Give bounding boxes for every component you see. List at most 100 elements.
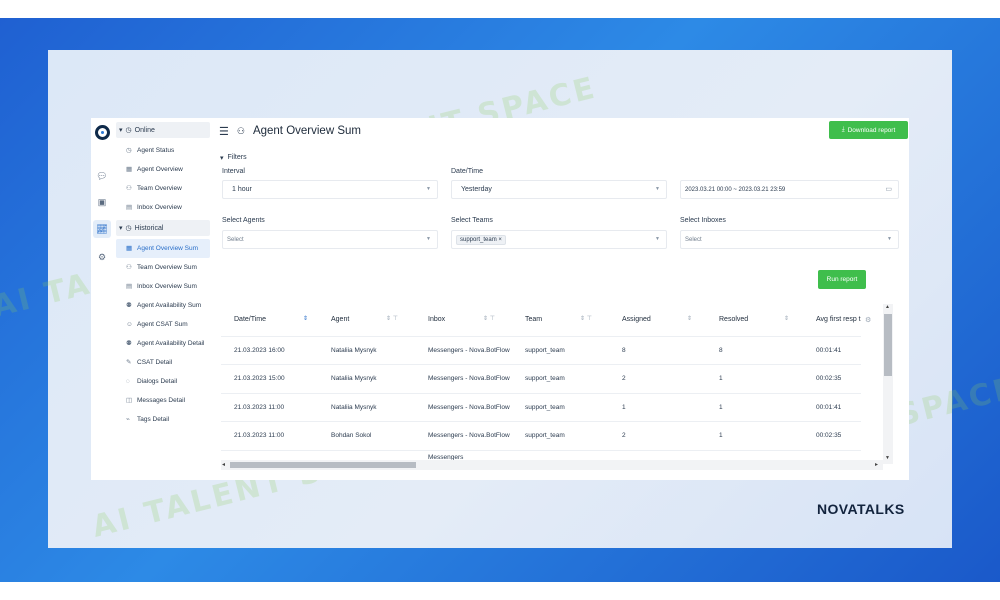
team-icon: ⚇ — [236, 125, 245, 136]
chat-icon[interactable]: 💬︎ — [96, 170, 108, 182]
sidebar-item-agent-csat-sum[interactable]: ☺ Agent CSAT Sum — [116, 315, 210, 334]
scroll-up-icon[interactable]: ▲ — [885, 304, 890, 310]
column-header-inbox[interactable]: Inbox ⇕ ⊤ — [415, 304, 512, 337]
sidebar-item-team-overview-sum[interactable]: ⚇ Team Overview Sum — [116, 258, 210, 277]
cell-assigned: 1 — [609, 393, 706, 422]
column-header-label: Resolved — [719, 316, 749, 324]
sidebar-item-label: Team Overview — [137, 185, 182, 192]
horizontal-scrollbar[interactable]: ◂ ▸ — [221, 460, 883, 470]
sort-icon[interactable]: ⇕ ⊤ — [580, 315, 592, 322]
cell-assigned: 8 — [609, 336, 706, 365]
table-row[interactable]: 21.03.2023 11:00 Bohdan Sokol Messengers… — [221, 421, 861, 451]
contacts-icon[interactable]: ▣ — [96, 196, 108, 208]
cell-resolved: 1 — [706, 393, 803, 422]
sidebar-item-label: Agent Status — [137, 147, 175, 154]
datetime-select[interactable]: Yesterday ▼ — [451, 180, 667, 199]
table-row[interactable]: 21.03.2023 11:00 Nataliia Mysnyk Messeng… — [221, 393, 861, 422]
sidebar-group-online[interactable]: ▾ ◷ Online — [116, 122, 210, 138]
cell-avg-first-resp: 00:01:41 — [803, 336, 861, 365]
logo-icon[interactable] — [95, 125, 110, 140]
cell-agent: Bohdan Sokol — [318, 421, 415, 451]
column-header-datetime[interactable]: Date/Time ⇕ — [221, 304, 318, 337]
team-chip[interactable]: support_team × — [456, 234, 506, 245]
table-row[interactable]: 21.03.2023 15:00 Nataliia Mysnyk Messeng… — [221, 364, 861, 394]
sidebar-item-tags-detail[interactable]: ⌁ Tags Detail — [116, 410, 210, 429]
sidebar-item-label: Agent CSAT Sum — [137, 321, 188, 328]
sidebar-group-historical[interactable]: ▾ ◷ Historical — [116, 220, 210, 236]
column-header-label: Avg first resp time — [816, 316, 861, 324]
chevron-down-icon: ▼ — [655, 236, 660, 242]
column-header-agent[interactable]: Agent ⇕ ⊤ — [318, 304, 415, 337]
column-header-resolved[interactable]: Resolved ⇕ — [706, 304, 803, 337]
team-icon: ⚇ — [126, 264, 132, 271]
interval-label: Interval — [222, 168, 245, 175]
filters-toggle[interactable]: ▾ Filters — [220, 154, 247, 162]
cell-assigned: 2 — [609, 421, 706, 451]
sidebar-item-dialogs-detail[interactable]: ◌ Dialogs Detail — [116, 372, 210, 391]
column-settings-icon[interactable]: ⚙ — [865, 316, 871, 324]
reports-sidebar: ▾ ◷ Online ◷ Agent Status ▦ Agent Overview… — [116, 122, 210, 480]
sidebar-item-inbox-overview-sum[interactable]: ▤ Inbox Overview Sum — [116, 277, 210, 296]
cell-avg-first-resp: 00:01:41 — [803, 393, 861, 422]
clock-icon: ◷ — [126, 147, 132, 154]
column-header-label: Agent — [331, 316, 350, 324]
cell-avg-first-resp: 00:02:35 — [803, 364, 861, 394]
sidebar-item-messages-detail[interactable]: ◫ Messages Detail — [116, 391, 210, 410]
person-icon: ⚉ — [126, 302, 132, 309]
scrollbar-thumb[interactable] — [884, 314, 892, 376]
csat-icon: ✎ — [126, 359, 132, 366]
sidebar-item-label: Agent Availability Sum — [137, 302, 202, 309]
scroll-right-icon[interactable]: ▸ — [875, 461, 878, 468]
sort-icon[interactable]: ⇕ ⊤ — [386, 315, 398, 322]
sidebar-item-agent-availability-detail[interactable]: ⚉ Agent Availability Detail — [116, 334, 210, 353]
vertical-scrollbar[interactable]: ▲ ▼ — [883, 304, 893, 464]
cell-resolved: 8 — [706, 336, 803, 365]
sidebar-item-agent-overview-sum[interactable]: ▦ Agent Overview Sum — [116, 239, 210, 258]
menu-icon[interactable]: ☰ — [219, 125, 229, 138]
sidebar-item-label: Dialogs Detail — [137, 378, 178, 385]
download-report-button[interactable]: ⤓ Download report — [829, 121, 908, 139]
column-header-avg-first-resp[interactable]: Avg first resp time — [803, 304, 861, 337]
brand-logo: NOVATALKS — [817, 501, 905, 517]
run-report-button[interactable]: Run report — [818, 270, 866, 289]
cell-resolved: 1 — [706, 421, 803, 451]
scroll-down-icon[interactable]: ▼ — [885, 455, 890, 461]
chevron-down-icon: ▼ — [887, 236, 892, 242]
sort-icon[interactable]: ⇕ — [687, 315, 692, 322]
sidebar-item-inbox-overview[interactable]: ▤ Inbox Overview — [116, 198, 210, 217]
scrollbar-thumb[interactable] — [230, 462, 416, 468]
calendar-icon: ▭ — [885, 186, 892, 193]
settings-icon[interactable]: ⚙ — [96, 251, 108, 263]
sort-icon[interactable]: ⇕ — [784, 315, 789, 322]
scroll-left-icon[interactable]: ◂ — [222, 461, 225, 468]
cell-agent: Nataliia Mysnyk — [318, 393, 415, 422]
teams-select[interactable]: support_team × ▼ — [451, 230, 667, 249]
datetime-value: Yesterday — [461, 186, 492, 193]
table-row[interactable]: 21.03.2023 16:00 Nataliia Mysnyk Messeng… — [221, 336, 861, 365]
date-range-picker[interactable]: 2023.03.21 00:00 ~ 2023.03.21 23:59 ▭ — [680, 180, 899, 199]
close-icon[interactable]: × — [498, 237, 502, 243]
sidebar-item-agent-status[interactable]: ◷ Agent Status — [116, 141, 210, 160]
bottom-border — [0, 582, 1000, 600]
column-header-label: Team — [525, 316, 543, 324]
agents-select[interactable]: Select ▼ — [222, 230, 438, 249]
top-border — [0, 0, 1000, 18]
app-window: 💬︎ ▣ 📈︎ ⚙ ▾ ◷ Online ◷ Agent Status ▦ Agen… — [91, 118, 909, 480]
sort-icon[interactable]: ⇕ ⊤ — [483, 315, 495, 322]
sidebar-item-team-overview[interactable]: ⚇ Team Overview — [116, 179, 210, 198]
sidebar-item-label: Inbox Overview — [137, 204, 182, 211]
column-header-assigned[interactable]: Assigned ⇕ — [609, 304, 706, 337]
date-range-value: 2023.03.21 00:00 ~ 2023.03.21 23:59 — [685, 186, 786, 193]
inboxes-select[interactable]: Select ▼ — [680, 230, 899, 249]
interval-select[interactable]: 1 hour ▼ — [222, 180, 438, 199]
sidebar-item-csat-detail[interactable]: ✎ CSAT Detail — [116, 353, 210, 372]
reports-icon[interactable]: 📈︎ — [93, 220, 111, 238]
sort-icon[interactable]: ⇕ — [303, 315, 308, 322]
sidebar-item-agent-overview[interactable]: ▦ Agent Overview — [116, 160, 210, 179]
cell-datetime: 21.03.2023 16:00 — [221, 336, 318, 365]
report-table: Date/Time ⇕ Agent ⇕ ⊤ Inbox ⇕ ⊤ Team ⇕ ⊤ Ass… — [221, 304, 894, 474]
sidebar-item-label: Inbox Overview Sum — [137, 283, 197, 290]
column-header-team[interactable]: Team ⇕ ⊤ — [512, 304, 609, 337]
sidebar-item-agent-availability-sum[interactable]: ⚉ Agent Availability Sum — [116, 296, 210, 315]
sidebar-item-label: Tags Detail — [137, 416, 170, 423]
